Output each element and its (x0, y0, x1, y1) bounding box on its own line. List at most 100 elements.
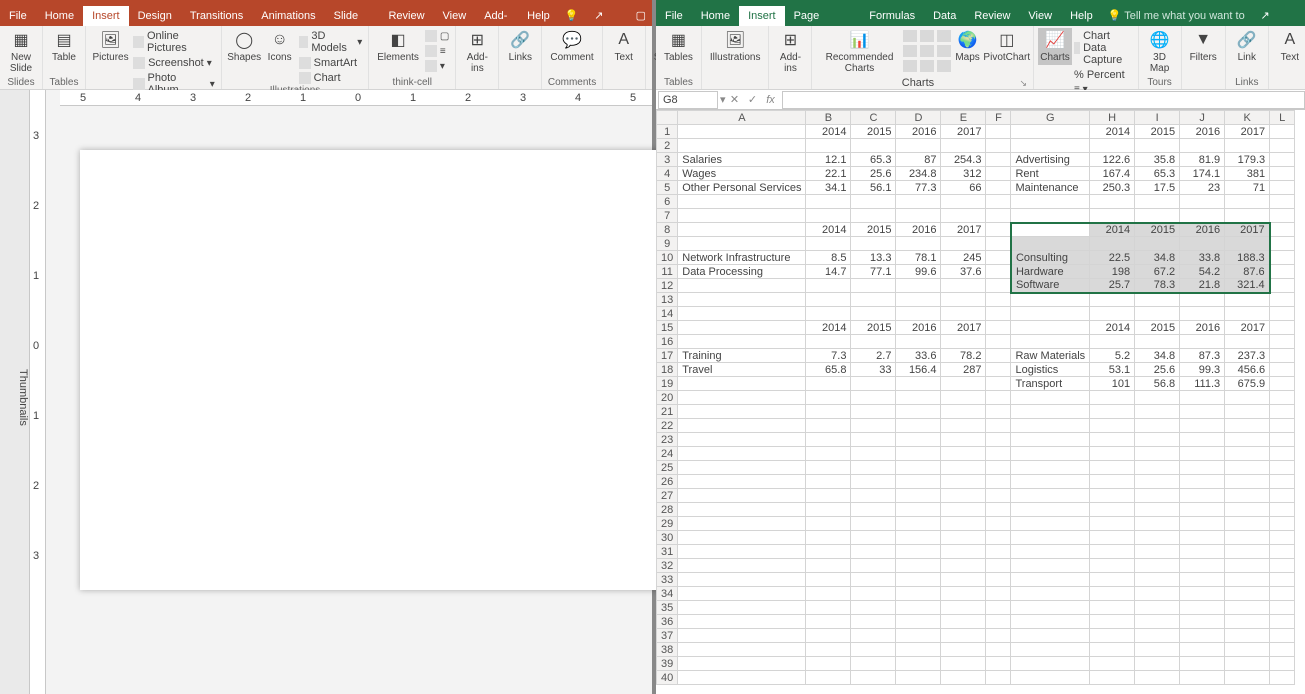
cell-E36[interactable] (941, 615, 986, 629)
cell-K24[interactable] (1225, 447, 1270, 461)
col-header-corner[interactable] (657, 111, 678, 125)
cell-A39[interactable] (678, 657, 806, 671)
row-header-33[interactable]: 33 (657, 573, 678, 587)
cell-G21[interactable] (1011, 405, 1090, 419)
illustrations-button[interactable]: 🖼Illustrations (706, 28, 765, 65)
cell-G29[interactable] (1011, 517, 1090, 531)
cell-J28[interactable] (1180, 503, 1225, 517)
cell-D24[interactable] (896, 447, 941, 461)
cell-F19[interactable] (986, 377, 1011, 391)
pictures-button[interactable]: 🖼Pictures (90, 28, 131, 65)
row-header-18[interactable]: 18 (657, 363, 678, 377)
cell-A7[interactable] (678, 209, 806, 223)
cell-F34[interactable] (986, 587, 1011, 601)
col-header-C[interactable]: C (851, 111, 896, 125)
cell-F17[interactable] (986, 349, 1011, 363)
text-button[interactable]: AText (607, 28, 641, 65)
cell-J9[interactable] (1180, 237, 1225, 251)
cell-F27[interactable] (986, 489, 1011, 503)
pivotchart-button[interactable]: ◫PivotChart (985, 28, 1029, 65)
cell-H39[interactable] (1090, 657, 1135, 671)
cell-G13[interactable] (1011, 293, 1090, 307)
cell-A11[interactable]: Data Processing (678, 265, 806, 279)
icons-button[interactable]: ☺Icons (263, 28, 297, 65)
cell-H37[interactable] (1090, 629, 1135, 643)
row-header-30[interactable]: 30 (657, 531, 678, 545)
cell-H36[interactable] (1090, 615, 1135, 629)
cell-J27[interactable] (1180, 489, 1225, 503)
cell-L16[interactable] (1270, 335, 1295, 349)
cell-H5[interactable]: 250.3 (1090, 181, 1135, 195)
cell-B9[interactable] (806, 237, 851, 251)
cell-J21[interactable] (1180, 405, 1225, 419)
cell-H27[interactable] (1090, 489, 1135, 503)
cell-I3[interactable]: 35.8 (1135, 153, 1180, 167)
cell-D35[interactable] (896, 601, 941, 615)
col-header-I[interactable]: I (1135, 111, 1180, 125)
online-pictures-button[interactable]: Online Pictures (131, 29, 217, 55)
enter-icon[interactable]: ✓ (744, 93, 762, 106)
cell-B4[interactable]: 22.1 (806, 167, 851, 181)
cell-B39[interactable] (806, 657, 851, 671)
cell-C35[interactable] (851, 601, 896, 615)
cell-D7[interactable] (896, 209, 941, 223)
cell-C19[interactable] (851, 377, 896, 391)
cell-J30[interactable] (1180, 531, 1225, 545)
3d-models-button[interactable]: 3D Models ▾ (297, 29, 365, 55)
row-header-39[interactable]: 39 (657, 657, 678, 671)
row-header-27[interactable]: 27 (657, 489, 678, 503)
cell-D15[interactable]: 2016 (896, 321, 941, 335)
cell-J17[interactable]: 87.3 (1180, 349, 1225, 363)
cell-D34[interactable] (896, 587, 941, 601)
cell-A17[interactable]: Training (678, 349, 806, 363)
tab-help[interactable]: Help (518, 6, 559, 26)
cell-E2[interactable] (941, 139, 986, 153)
cell-C32[interactable] (851, 559, 896, 573)
cell-I10[interactable]: 34.8 (1135, 251, 1180, 265)
cell-E12[interactable] (941, 279, 986, 293)
cell-L31[interactable] (1270, 545, 1295, 559)
cell-A12[interactable] (678, 279, 806, 293)
cell-E15[interactable]: 2017 (941, 321, 986, 335)
cell-B19[interactable] (806, 377, 851, 391)
cell-F37[interactable] (986, 629, 1011, 643)
cell-E17[interactable]: 78.2 (941, 349, 986, 363)
cell-G4[interactable]: Rent (1011, 167, 1090, 181)
cell-K17[interactable]: 237.3 (1225, 349, 1270, 363)
cell-D4[interactable]: 234.8 (896, 167, 941, 181)
cell-B1[interactable]: 2014 (806, 125, 851, 139)
cell-F39[interactable] (986, 657, 1011, 671)
row-header-20[interactable]: 20 (657, 391, 678, 405)
cell-H18[interactable]: 53.1 (1090, 363, 1135, 377)
cell-L12[interactable] (1270, 279, 1295, 293)
cell-B14[interactable] (806, 307, 851, 321)
cell-B15[interactable]: 2014 (806, 321, 851, 335)
cell-G37[interactable] (1011, 629, 1090, 643)
cell-K8[interactable]: 2017 (1225, 223, 1270, 237)
cell-B12[interactable] (806, 279, 851, 293)
cell-G34[interactable] (1011, 587, 1090, 601)
cell-B6[interactable] (806, 195, 851, 209)
cell-H15[interactable]: 2014 (1090, 321, 1135, 335)
cell-C4[interactable]: 25.6 (851, 167, 896, 181)
cell-A3[interactable]: Salaries (678, 153, 806, 167)
cell-J22[interactable] (1180, 419, 1225, 433)
cell-J24[interactable] (1180, 447, 1225, 461)
cell-H22[interactable] (1090, 419, 1135, 433)
cell-A14[interactable] (678, 307, 806, 321)
cell-F7[interactable] (986, 209, 1011, 223)
cell-F13[interactable] (986, 293, 1011, 307)
row-header-15[interactable]: 15 (657, 321, 678, 335)
cell-I19[interactable]: 56.8 (1135, 377, 1180, 391)
cell-I7[interactable] (1135, 209, 1180, 223)
cell-K4[interactable]: 381 (1225, 167, 1270, 181)
cell-L10[interactable] (1270, 251, 1295, 265)
cell-B18[interactable]: 65.8 (806, 363, 851, 377)
tab-page-layout[interactable]: Page Layout (785, 6, 861, 26)
cell-A16[interactable] (678, 335, 806, 349)
comment-button[interactable]: 💬Comment (546, 28, 597, 65)
cell-J35[interactable] (1180, 601, 1225, 615)
cell-D23[interactable] (896, 433, 941, 447)
cell-G33[interactable] (1011, 573, 1090, 587)
cell-H33[interactable] (1090, 573, 1135, 587)
